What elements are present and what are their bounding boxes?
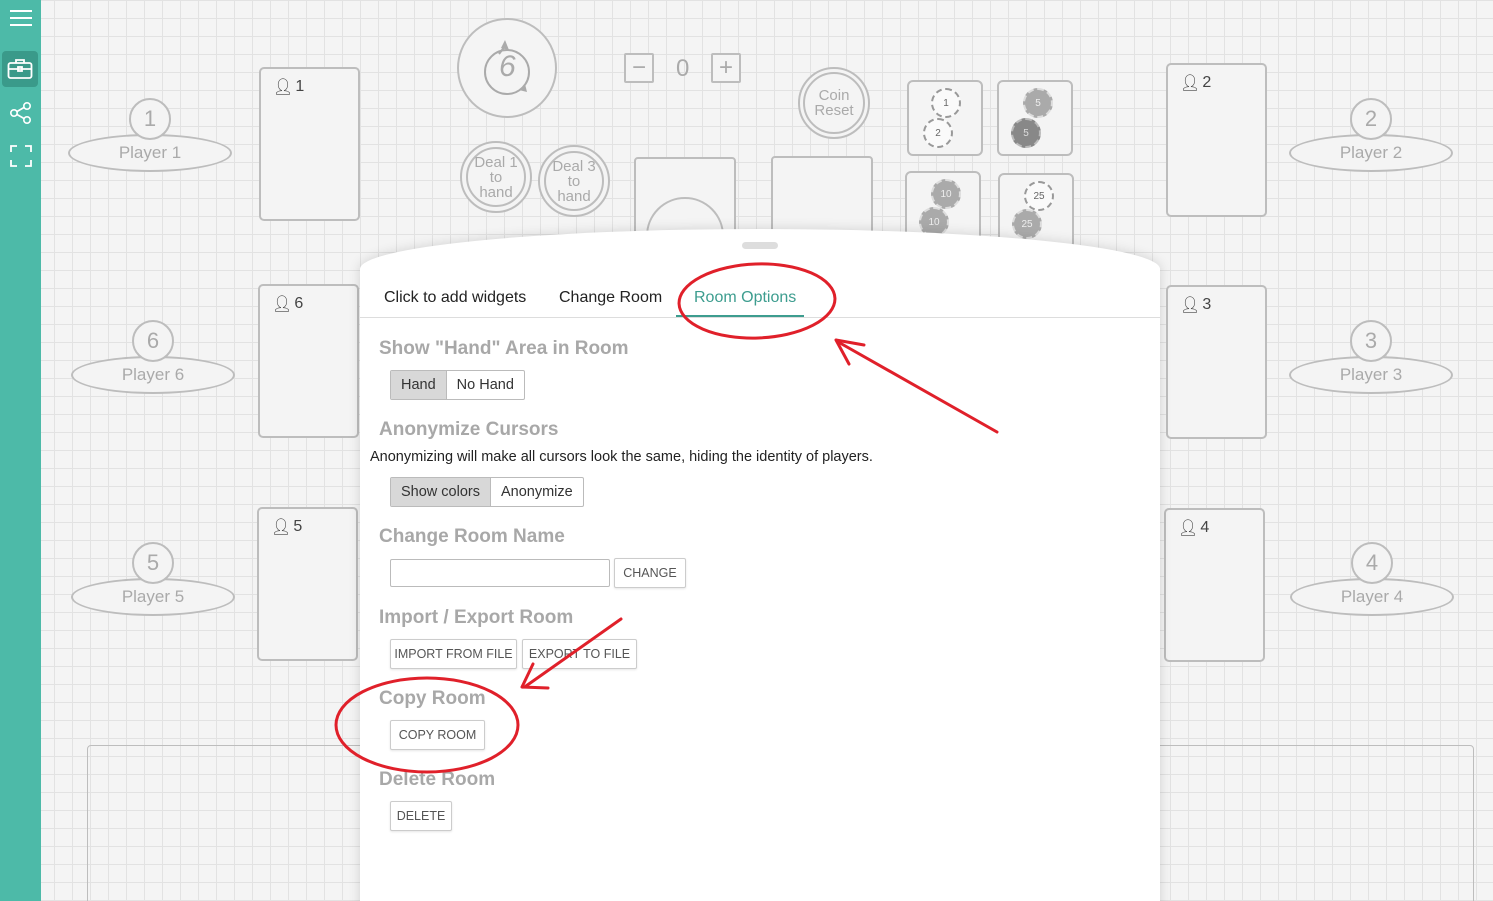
hand-owner: 5 bbox=[293, 518, 303, 535]
hand-area-2[interactable]: 👤︎ 2 bbox=[1166, 63, 1267, 217]
copy-room-button[interactable]: COPY ROOM bbox=[390, 720, 485, 750]
copy-section-title: Copy Room bbox=[379, 688, 486, 709]
sidebar bbox=[0, 0, 41, 901]
room-name-input[interactable] bbox=[390, 559, 610, 587]
person-icon: 👤︎ bbox=[1180, 75, 1201, 92]
cursor-toggle: Show colors Anonymize bbox=[390, 477, 584, 507]
chip[interactable]: 2 bbox=[923, 118, 953, 148]
no-hand-option[interactable]: No Hand bbox=[447, 371, 524, 399]
player-seat-3[interactable]: 3 Player 3 bbox=[1289, 320, 1453, 396]
briefcase-icon[interactable] bbox=[2, 51, 38, 87]
panel-tabs: Click to add widgets Change Room Room Op… bbox=[360, 285, 1160, 318]
hand-section-title: Show "Hand" Area in Room bbox=[379, 338, 629, 359]
show-colors-option[interactable]: Show colors bbox=[391, 478, 491, 506]
player-seat-2[interactable]: 2 Player 2 bbox=[1289, 98, 1453, 174]
coin-reset-button[interactable]: Coin Reset bbox=[798, 67, 870, 139]
seat-number: 4 bbox=[1351, 542, 1393, 584]
seat-number: 1 bbox=[129, 98, 171, 140]
active-tab-indicator bbox=[676, 315, 804, 317]
tab-add-widgets[interactable]: Click to add widgets bbox=[384, 289, 526, 307]
deal-3-label: Deal 3 to hand bbox=[544, 151, 604, 211]
tab-change-room[interactable]: Change Room bbox=[559, 289, 662, 307]
dice-value: 6 bbox=[499, 50, 516, 83]
counter-increment-button[interactable]: + bbox=[711, 53, 741, 83]
player-seat-5[interactable]: 5 Player 5 bbox=[71, 542, 235, 618]
hand-area-3[interactable]: 👤︎ 3 bbox=[1166, 285, 1267, 439]
counter-decrement-button[interactable]: − bbox=[624, 53, 654, 83]
cursor-section-title: Anonymize Cursors bbox=[379, 419, 559, 440]
hand-area-6[interactable]: 👤︎ 6 bbox=[258, 284, 359, 438]
import-from-file-button[interactable]: IMPORT FROM FILE bbox=[390, 639, 517, 669]
chip-tray-1[interactable]: 1 2 bbox=[907, 80, 983, 156]
deal-1-label: Deal 1 to hand bbox=[466, 147, 526, 207]
chip[interactable]: 1 bbox=[931, 88, 961, 118]
player-seat-4[interactable]: 4 Player 4 bbox=[1290, 542, 1454, 618]
hand-owner: 4 bbox=[1200, 519, 1210, 536]
share-icon[interactable] bbox=[0, 95, 41, 131]
cursor-section-description: Anonymizing will make all cursors look t… bbox=[370, 449, 873, 465]
room-options-panel: Click to add widgets Change Room Room Op… bbox=[360, 229, 1160, 901]
player-seat-6[interactable]: 6 Player 6 bbox=[71, 320, 235, 396]
tab-room-options[interactable]: Room Options bbox=[694, 289, 796, 307]
hand-owner: 6 bbox=[294, 295, 304, 312]
hand-toggle: Hand No Hand bbox=[390, 370, 525, 400]
hand-area-5[interactable]: 👤︎ 5 bbox=[257, 507, 358, 661]
person-icon: 👤︎ bbox=[1180, 297, 1201, 314]
chip[interactable]: 25 bbox=[1024, 181, 1054, 211]
import-section-title: Import / Export Room bbox=[379, 607, 574, 628]
hand-area-4[interactable]: 👤︎ 4 bbox=[1164, 508, 1265, 662]
discard-holder[interactable] bbox=[771, 156, 873, 236]
counter-value: 0 bbox=[676, 55, 690, 82]
chip-tray-2[interactable]: 5 5 bbox=[997, 80, 1073, 156]
anonymize-option[interactable]: Anonymize bbox=[491, 478, 583, 506]
person-icon: 👤︎ bbox=[1178, 520, 1199, 537]
hand-owner: 2 bbox=[1202, 74, 1212, 91]
hand-option[interactable]: Hand bbox=[391, 371, 447, 399]
coin-reset-label: Coin Reset bbox=[803, 72, 865, 134]
deck-holder[interactable]: ✦ bbox=[634, 157, 736, 275]
change-name-button[interactable]: CHANGE bbox=[614, 558, 686, 588]
chip[interactable]: 25 bbox=[1012, 209, 1042, 239]
person-icon: 👤︎ bbox=[271, 519, 292, 536]
deal-3-button[interactable]: Deal 3 to hand bbox=[538, 145, 610, 217]
seat-number: 3 bbox=[1350, 320, 1392, 362]
panel-drag-handle[interactable] bbox=[742, 242, 778, 249]
hand-owner: 1 bbox=[295, 78, 305, 95]
hand-owner: 3 bbox=[1202, 296, 1212, 313]
player-seat-1[interactable]: 1 Player 1 bbox=[68, 98, 232, 174]
seat-number: 5 bbox=[132, 542, 174, 584]
seat-number: 6 bbox=[132, 320, 174, 362]
chip[interactable]: 5 bbox=[1023, 88, 1053, 118]
export-to-file-button[interactable]: EXPORT TO FILE bbox=[522, 639, 637, 669]
name-section-title: Change Room Name bbox=[379, 526, 565, 547]
seat-number: 2 bbox=[1350, 98, 1392, 140]
chip[interactable]: 10 bbox=[931, 179, 961, 209]
delete-room-button[interactable]: DELETE bbox=[390, 801, 452, 831]
person-icon: 👤︎ bbox=[272, 296, 293, 313]
dice-widget[interactable]: 6 bbox=[457, 18, 557, 118]
delete-section-title: Delete Room bbox=[379, 769, 496, 790]
person-icon: 👤︎ bbox=[273, 79, 294, 96]
hamburger-menu-icon[interactable] bbox=[0, 0, 41, 36]
deal-1-button[interactable]: Deal 1 to hand bbox=[460, 141, 532, 213]
chip[interactable]: 5 bbox=[1011, 118, 1041, 148]
fullscreen-icon[interactable] bbox=[0, 138, 41, 174]
hand-area-1[interactable]: 👤︎ 1 bbox=[259, 67, 360, 221]
